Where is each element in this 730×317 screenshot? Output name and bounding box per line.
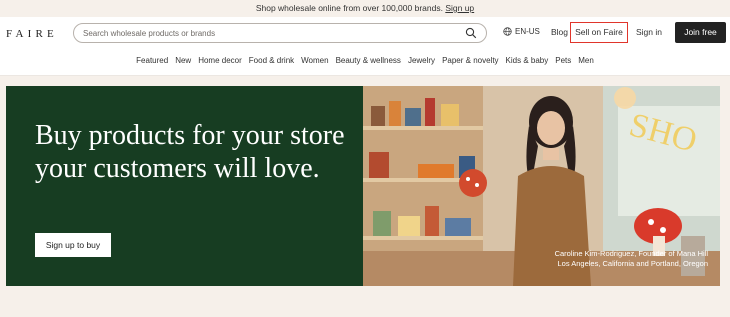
nav-item-food-drink[interactable]: Food & drink xyxy=(245,56,297,68)
sign-up-to-buy-button[interactable]: Sign up to buy xyxy=(35,233,111,257)
nav-item-featured[interactable]: Featured xyxy=(133,56,172,68)
locale-label: EN-US xyxy=(515,27,540,36)
nav-item-new[interactable]: New xyxy=(172,56,195,68)
site-header: FAIRE EN-US Blog Sell on Faire Sign in J… xyxy=(0,17,730,76)
faire-logo[interactable]: FAIRE xyxy=(6,28,58,40)
blog-link[interactable]: Blog xyxy=(551,27,568,37)
search-bar[interactable] xyxy=(73,23,487,43)
hero-photo: SHO Caroline Kim-Rodriguez, Founder of M… xyxy=(363,86,720,286)
globe-icon xyxy=(503,27,512,36)
hero-text-panel: Buy products for your store your custome… xyxy=(6,86,363,286)
announcement-bar: Shop wholesale online from over 100,000 … xyxy=(0,0,730,17)
announcement-text: Shop wholesale online from over 100,000 … xyxy=(255,3,443,13)
sell-on-faire-link[interactable]: Sell on Faire xyxy=(570,22,628,43)
hero-headline: Buy products for your store your custome… xyxy=(35,120,345,184)
caption-line-1: Caroline Kim-Rodriguez, Founder of Mana … xyxy=(554,249,708,258)
caption-line-2: Los Angeles, California and Portland, Or… xyxy=(557,259,708,268)
nav-item-paper-novelty[interactable]: Paper & novelty xyxy=(439,56,502,68)
announcement-signup-link[interactable]: Sign up xyxy=(445,3,474,13)
nav-item-beauty-wellness[interactable]: Beauty & wellness xyxy=(332,56,404,68)
nav-item-women[interactable]: Women xyxy=(298,56,332,68)
category-nav: Featured New Home decor Food & drink Wom… xyxy=(0,56,730,68)
page-background xyxy=(0,286,730,317)
nav-item-men[interactable]: Men xyxy=(575,56,598,68)
hero-banner: Buy products for your store your custome… xyxy=(6,86,720,286)
search-input[interactable] xyxy=(83,26,453,40)
nav-item-pets[interactable]: Pets xyxy=(552,56,575,68)
locale-selector[interactable]: EN-US xyxy=(503,27,540,36)
search-icon[interactable] xyxy=(465,27,477,39)
hero-caption: Caroline Kim-Rodriguez, Founder of Mana … xyxy=(555,249,708,269)
nav-item-home-decor[interactable]: Home decor xyxy=(195,56,246,68)
nav-item-jewelry[interactable]: Jewelry xyxy=(404,56,438,68)
nav-item-kids-baby[interactable]: Kids & baby xyxy=(502,56,552,68)
sign-in-link[interactable]: Sign in xyxy=(636,27,662,37)
join-free-button[interactable]: Join free xyxy=(675,22,726,43)
